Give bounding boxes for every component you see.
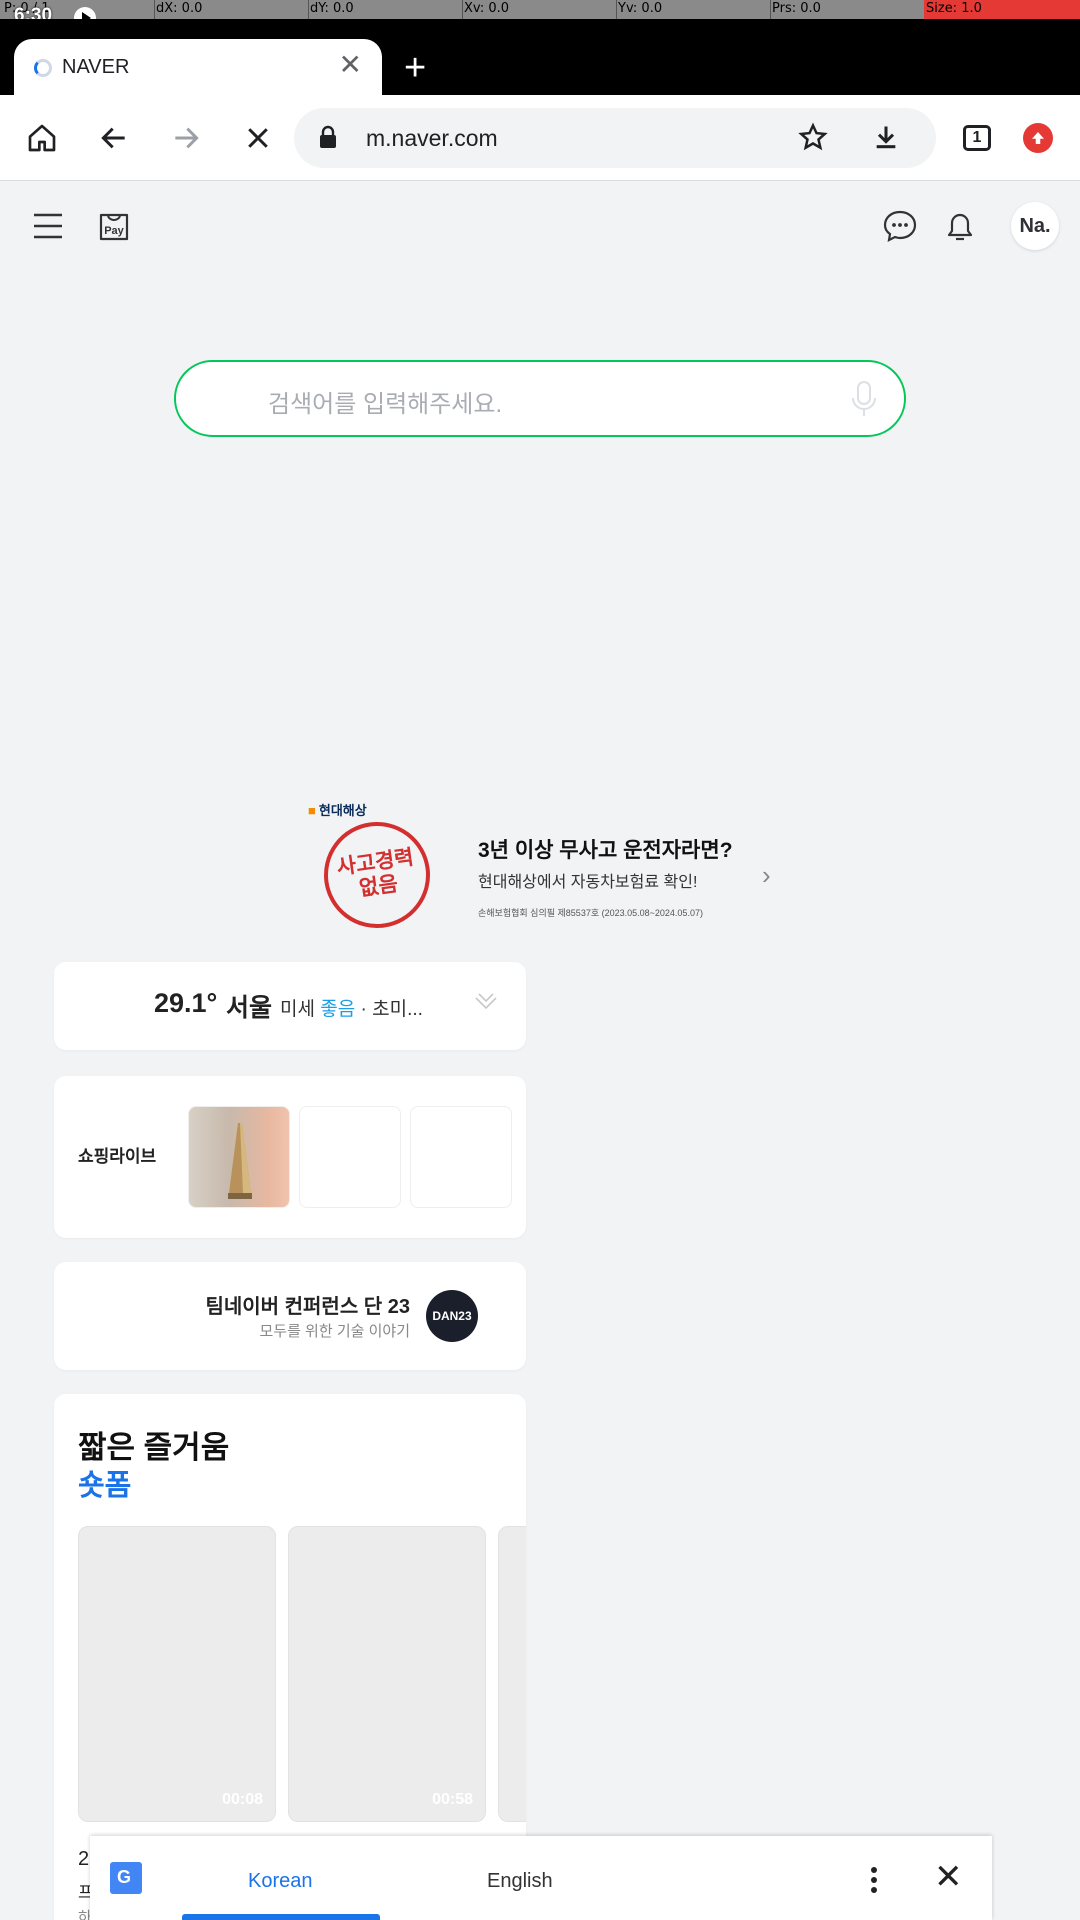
url-text[interactable]: m.naver.com: [366, 125, 498, 152]
xv-readout: Xv: 0.0: [464, 1, 510, 16]
tab-naver[interactable]: NAVER ✕: [14, 39, 382, 96]
ad-brand-logo: ■ 현대해상: [308, 803, 367, 818]
forward-arrow-icon[interactable]: [163, 115, 209, 161]
microphone-icon[interactable]: [850, 380, 878, 425]
divider: [616, 0, 617, 19]
home-icon[interactable]: [19, 115, 65, 161]
short-video-thumbnail[interactable]: [498, 1526, 526, 1822]
video-duration: 00:08: [222, 1791, 263, 1808]
selected-tab-indicator: [182, 1914, 380, 1920]
dy-readout: dY: 0.0: [310, 1, 354, 16]
chevron-down-icon[interactable]: [474, 992, 498, 1020]
tab-strip: NAVER ✕ +: [0, 19, 1080, 96]
air-quality-status: 좋음: [320, 999, 356, 1020]
address-bar[interactable]: m.naver.com: [294, 108, 936, 168]
ad-stamp: 사고경력 없음: [317, 815, 437, 935]
tab-count: 1: [963, 125, 991, 151]
target-language-tab[interactable]: English: [487, 1870, 553, 1893]
divider: [308, 0, 309, 19]
ad-subtitle: 현대해상에서 자동차보험료 확인!: [478, 874, 698, 891]
chevron-right-icon[interactable]: ›: [762, 860, 771, 891]
update-available-icon[interactable]: [1015, 115, 1061, 161]
conference-card[interactable]: 팀네이버 컨퍼런스 단 23 모두를 위한 기술 이야기 DAN23: [54, 1262, 526, 1370]
video-duration: 00:58: [432, 1791, 473, 1808]
pressure-readout: Prs: 0.0: [772, 1, 821, 16]
divider: [770, 0, 771, 19]
more-options-icon[interactable]: [868, 1866, 880, 1899]
download-icon[interactable]: [872, 122, 900, 157]
loading-spinner-icon: [34, 59, 52, 77]
new-tab-button[interactable]: +: [404, 49, 426, 87]
tab-title: NAVER: [62, 56, 130, 78]
weather-card[interactable]: 29.1° 서울 미세 좋음 · 초미...: [54, 962, 526, 1050]
short-video-thumbnail[interactable]: 00:08: [78, 1526, 276, 1822]
ad-headline: 3년 이상 무사고 운전자라면?: [478, 839, 733, 862]
conference-subtitle: 모두를 위한 기술 이야기: [259, 1323, 410, 1340]
google-translate-icon[interactable]: [110, 1862, 142, 1894]
dan23-logo: DAN23: [426, 1290, 478, 1342]
video-title-peek: 2: [78, 1848, 90, 1870]
close-icon[interactable]: ✕: [934, 1860, 963, 1894]
browser-toolbar: m.naver.com 1: [0, 95, 1080, 181]
bookmark-star-icon[interactable]: [798, 122, 828, 157]
shortform-subheading: 숏폼: [78, 1470, 132, 1502]
divider: [154, 0, 155, 19]
naver-pay-icon[interactable]: Pay: [94, 206, 134, 246]
shopping-live-thumbnail[interactable]: [410, 1106, 512, 1208]
pointer-location-bar: P: 0 / 1 dX: 0.0 dY: 0.0 Xv: 0.0 Yv: 0.0…: [0, 0, 1080, 19]
size-readout: Size: 1.0: [926, 1, 982, 16]
translate-bar: Korean English ✕: [90, 1836, 992, 1920]
talk-bubble-icon[interactable]: [880, 206, 920, 246]
ad-fine-print: 손해보험협회 심의필 제85537호 (2023.05.08~2024.05.0…: [478, 908, 703, 918]
conference-title: 팀네이버 컨퍼런스 단 23: [205, 1296, 410, 1318]
shopping-live-thumbnail[interactable]: [299, 1106, 401, 1208]
naver-page: Pay Na. 검색어를 입력해주세요. ■ 현대해상 사고경력 없음 3년 이상 …: [0, 182, 1080, 1920]
dx-readout: dX: 0.0: [156, 1, 203, 16]
weather-temperature: 29.1°: [154, 988, 218, 1018]
air-quality: 미세 좋음 · 초미...: [280, 999, 423, 1020]
weather-city: 서울: [226, 994, 273, 1022]
shopping-live-thumbnail[interactable]: [188, 1106, 290, 1208]
short-video-thumbnail[interactable]: 00:58: [288, 1526, 486, 1822]
avatar[interactable]: Na.: [1011, 202, 1059, 250]
shopping-live-label: 쇼핑라이브: [78, 1147, 157, 1166]
svg-text:Pay: Pay: [104, 225, 124, 237]
stop-loading-icon[interactable]: [235, 115, 281, 161]
tab-switcher-button[interactable]: 1: [954, 115, 1000, 161]
ad-banner[interactable]: ■ 현대해상 사고경력 없음 3년 이상 무사고 운전자라면? 현대해상에서 자동차…: [300, 800, 800, 950]
source-language-tab[interactable]: Korean: [248, 1870, 313, 1893]
shopping-live-card[interactable]: 쇼핑라이브: [54, 1076, 526, 1238]
search-placeholder: 검색어를 입력해주세요.: [268, 391, 503, 418]
yv-readout: Yv: 0.0: [618, 1, 663, 16]
menu-icon[interactable]: [30, 206, 66, 246]
lock-icon[interactable]: [318, 125, 338, 154]
divider: [462, 0, 463, 19]
notification-bell-icon[interactable]: [940, 206, 980, 246]
shortform-heading: 짧은 즐거움: [78, 1430, 230, 1465]
close-tab-icon[interactable]: ✕: [339, 51, 362, 79]
search-input[interactable]: 검색어를 입력해주세요.: [174, 360, 906, 437]
back-arrow-icon[interactable]: [91, 115, 137, 161]
